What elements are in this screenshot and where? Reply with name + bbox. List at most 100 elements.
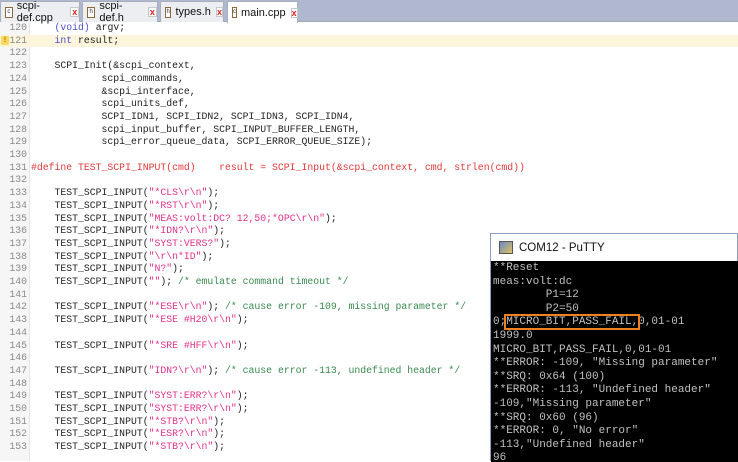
code-text: TEST_SCPI_INPUT(""); /* emulate command … [31, 276, 349, 289]
code-token: ); [207, 187, 220, 199]
line-number: 126 [9, 98, 27, 110]
code-token: scpi_commands, [31, 72, 184, 84]
code-token: ); [236, 339, 249, 351]
code-line: 123 SCPI_Init(&scpi_context, [0, 60, 738, 73]
code-token: ); [207, 301, 226, 313]
code-token: TEST_SCPI_INPUT( [31, 301, 149, 313]
code-token: "*ESR?\r\n" [148, 428, 214, 440]
code-token: "\r\n*ID" [148, 250, 202, 262]
code-line: 133 TEST_SCPI_INPUT("*CLS\r\n"); [0, 187, 738, 200]
putty-title-bar[interactable]: COM12 - PuTTY [491, 234, 737, 261]
code-text: TEST_SCPI_INPUT("SYST:ERR?\r\n"); [31, 403, 249, 416]
code-token: TEST_SCPI_INPUT( [31, 415, 149, 427]
code-text: TEST_SCPI_INPUT("SYST:ERR?\r\n"); [31, 390, 249, 403]
terminal-line: MICRO_BIT,PASS_FAIL,0,01-01 [493, 343, 672, 356]
code-token: ); [236, 403, 249, 414]
code-token: ); [213, 415, 226, 427]
line-number: 133 [9, 187, 27, 199]
line-number: 139 [9, 263, 27, 275]
terminal-line: **SRQ: 0x60 (96) [493, 411, 599, 424]
tab-main-cpp[interactable]: c main.cpp x [227, 1, 298, 23]
tab-scpi-def-h[interactable]: h scpi-def.h x [82, 0, 158, 24]
terminal-text: 0; [493, 316, 507, 329]
code-token: ); [201, 250, 214, 262]
terminal-line: P2=50 [493, 302, 579, 315]
code-token: ); [207, 199, 220, 211]
code-text: &scpi_interface, [31, 86, 196, 99]
code-text: TEST_SCPI_INPUT("*ESE #H20\r\n"); [31, 314, 249, 327]
terminal-output[interactable]: **Reset meas:volt:dc P1=12 P2=50 0;MICRO_B… [491, 261, 738, 462]
code-token: #define TEST_SCPI_INPUT(cmd) result = SC… [31, 161, 525, 173]
code-line: 130 [0, 149, 738, 162]
code-token: TEST_SCPI_INPUT( [31, 199, 149, 211]
code-token: "*STB?\r\n" [148, 441, 214, 453]
code-line: 134 TEST_SCPI_INPUT("*RST\r\n"); [0, 200, 738, 213]
line-number: 122 [9, 47, 27, 59]
code-token: "N?" [148, 263, 173, 275]
code-text: TEST_SCPI_INPUT("MEAS:volt:DC? 12,50;*OP… [31, 213, 337, 226]
warning-icon[interactable]: ! [1, 35, 9, 45]
terminal-line: **ERROR: 0, "No error" [493, 425, 639, 438]
code-token: ); [207, 364, 226, 376]
close-tab-icon[interactable]: x [290, 7, 298, 18]
code-token: scpi_input_buffer, SCPI_INPUT_BUFFER_LEN… [31, 123, 361, 135]
line-number: 132 [9, 174, 27, 186]
h-file-icon: h [87, 6, 96, 18]
c-file-icon: c [232, 7, 237, 18]
terminal-line: -109,"Missing parameter" [493, 397, 652, 410]
code-text: int result; [31, 34, 120, 48]
code-token: int [54, 34, 73, 46]
code-text: SCPI_IDN1, SCPI_IDN2, SCPI_IDN3, SCPI_ID… [31, 111, 355, 124]
line-number: 123 [9, 60, 27, 72]
code-token: TEST_SCPI_INPUT( [31, 364, 149, 376]
code-token: &scpi_interface, [31, 85, 196, 97]
terminal-line: 1999.0 [493, 329, 533, 342]
line-number: 128 [9, 123, 27, 135]
code-text: TEST_SCPI_INPUT("N?"); [31, 263, 184, 276]
code-token: TEST_SCPI_INPUT( [31, 237, 149, 249]
code-text: TEST_SCPI_INPUT("*STB?\r\n"); [31, 415, 226, 429]
code-token: ); [213, 428, 226, 440]
code-token: ); [219, 237, 231, 249]
code-token: "*RST\r\n" [148, 199, 208, 211]
code-line: 127 SCPI_IDN1, SCPI_IDN2, SCPI_IDN3, SCP… [0, 111, 738, 124]
line-number: 120 [9, 22, 27, 33]
code-text: TEST_SCPI_INPUT("*ESR?\r\n"); [31, 428, 226, 441]
terminal-line: **Reset [493, 262, 540, 274]
h-file-icon: h [165, 6, 172, 18]
code-text: #define TEST_SCPI_INPUT(cmd) result = SC… [31, 162, 525, 175]
putty-window[interactable]: COM12 - PuTTY **Reset meas:volt:dc P1=12 … [490, 233, 738, 462]
terminal-line: **ERROR: -109, "Missing parameter" [493, 357, 718, 370]
line-number: 150 [9, 403, 27, 414]
tab-scpi-def-cpp[interactable]: c scpi-def.cpp x [0, 0, 80, 24]
terminal-line: P1=12 [493, 289, 579, 302]
putty-title: COM12 - PuTTY [519, 241, 605, 254]
line-number: 138 [9, 250, 27, 262]
code-line: 129 scpi_error_queue_data, SCPI_ERROR_QU… [0, 136, 738, 149]
code-line: 121! int result; [0, 34, 738, 48]
code-line: 131 #define TEST_SCPI_INPUT(cmd) result =… [0, 162, 738, 175]
line-number: 145 [9, 339, 27, 351]
code-token: "SYST:VERS?" [148, 237, 220, 249]
code-token: TEST_SCPI_INPUT( [31, 339, 149, 351]
close-tab-icon[interactable]: x [215, 7, 223, 17]
tab-label: scpi-def.h [99, 0, 124, 24]
code-text: TEST_SCPI_INPUT("*STB?\r\n"); [31, 441, 226, 454]
close-tab-icon[interactable]: x [70, 7, 79, 17]
putty-icon [499, 241, 513, 254]
line-number: 131 [9, 161, 27, 173]
tab-types-h[interactable]: h types.h x [160, 1, 224, 22]
code-token: ); [236, 390, 249, 402]
terminal-line: **SRQ: 0x64 (100) [493, 370, 606, 383]
code-line: 124 scpi_commands, [0, 73, 738, 86]
terminal-line: -113,"Undefined header" [493, 438, 645, 451]
code-text: TEST_SCPI_INPUT("\r\n*ID"); [31, 250, 214, 264]
code-text: TEST_SCPI_INPUT("*IDN?\r\n"); [31, 225, 226, 238]
close-tab-icon[interactable]: x [147, 7, 157, 17]
line-number: 124 [9, 72, 27, 84]
code-token: ); [324, 212, 337, 224]
line-number: 136 [9, 225, 27, 237]
code-token: /* cause error -109, missing parameter *… [225, 301, 467, 313]
code-token: "MEAS:volt:DC? 12,50;*OPC\r\n" [148, 212, 325, 224]
